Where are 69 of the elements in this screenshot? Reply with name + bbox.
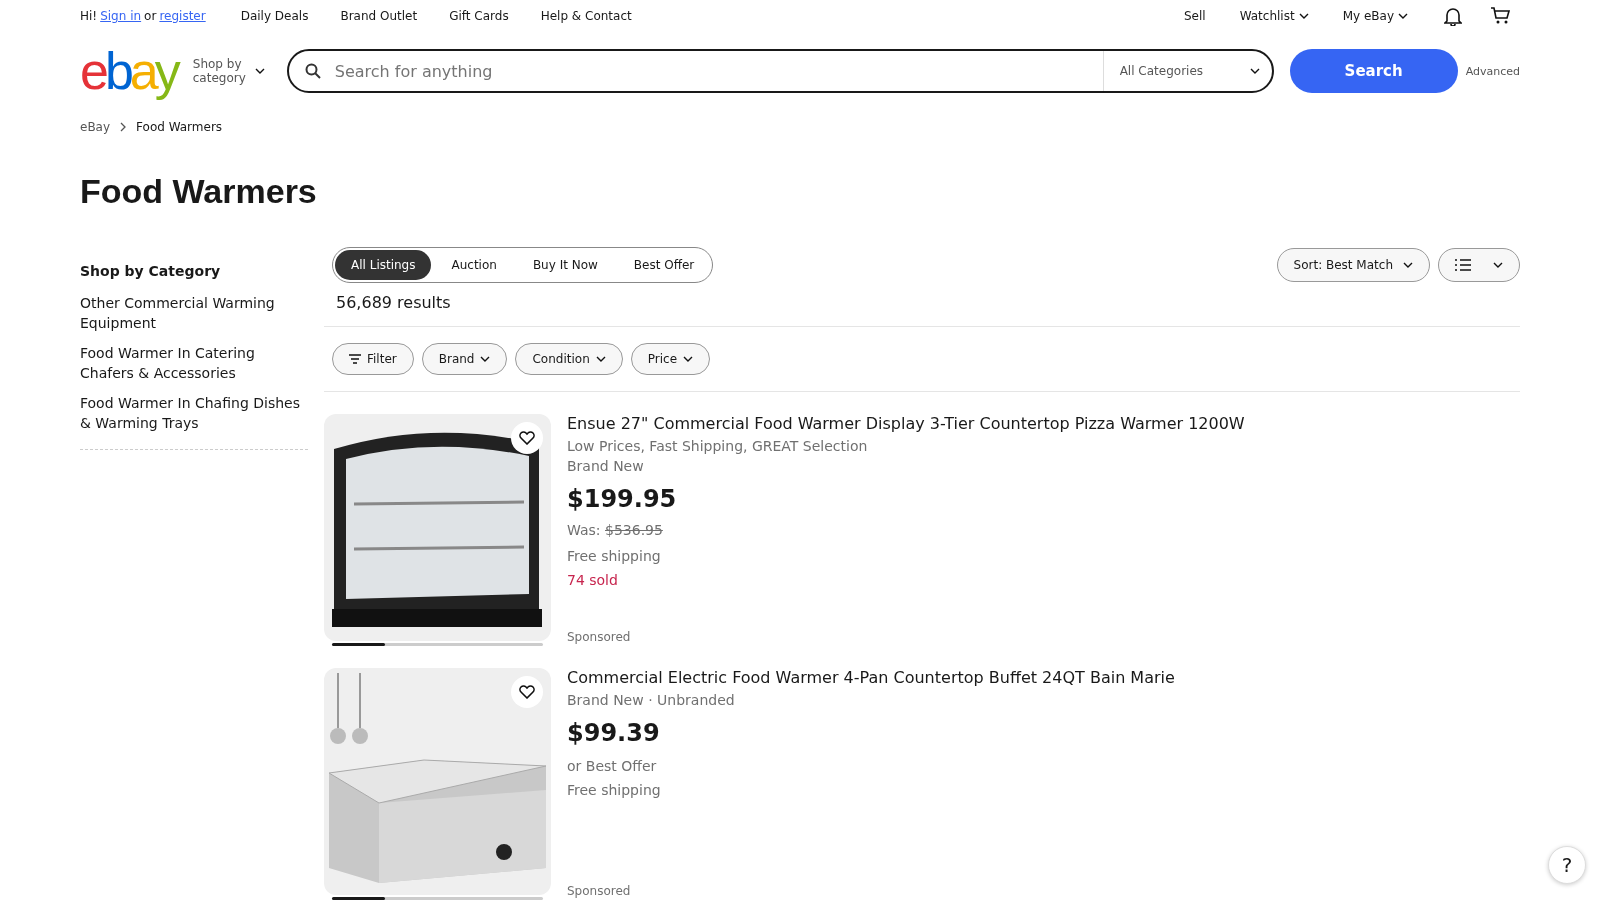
- chevron-down-icon: [1398, 13, 1408, 19]
- listing-type-tab[interactable]: Buy It Now: [516, 250, 614, 280]
- breadcrumb-link[interactable]: eBay: [80, 120, 111, 134]
- top-nav-link[interactable]: Watchlist: [1239, 9, 1295, 23]
- sort-dropdown[interactable]: Sort: Best Match: [1276, 248, 1430, 282]
- chevron-down-icon: [1493, 262, 1503, 268]
- top-nav-link[interactable]: Daily Deals: [240, 9, 309, 23]
- listing-type-tab[interactable]: All Listings: [335, 250, 432, 280]
- heart-icon: [519, 685, 535, 699]
- bell-icon[interactable]: [1444, 6, 1462, 26]
- chevron-right-icon: [120, 122, 127, 132]
- chevron-down-icon: [595, 356, 606, 362]
- page-title: Food Warmers: [80, 172, 318, 211]
- sidebar-heading: Shop by Category: [80, 263, 222, 279]
- item-price: $199.95: [567, 484, 678, 514]
- search-button[interactable]: Search: [1289, 49, 1458, 93]
- sign-in-link[interactable]: Sign in: [100, 9, 142, 23]
- filter-button[interactable]: Condition: [515, 343, 623, 375]
- category-dropdown[interactable]: All Categories: [1102, 51, 1272, 91]
- top-nav-link[interactable]: My eBay: [1342, 9, 1394, 23]
- top-nav-link[interactable]: Help & Contact: [540, 9, 632, 23]
- results-count: 56,689 results: [335, 292, 452, 314]
- view-dropdown[interactable]: [1438, 248, 1520, 282]
- top-nav-link[interactable]: Gift Cards: [449, 9, 509, 23]
- chevron-down-icon: [480, 356, 491, 362]
- watch-heart-button[interactable]: [511, 676, 543, 708]
- cart-icon[interactable]: [1490, 6, 1510, 26]
- chevron-down-icon: [254, 68, 265, 74]
- chevron-down-icon: [1403, 262, 1413, 268]
- item-condition: Brand New: [567, 457, 645, 476]
- item-condition: Brand New · Unbranded: [567, 691, 736, 710]
- sponsored-label: Sponsored: [567, 630, 632, 646]
- category-link[interactable]: Food Warmer In Catering Chafers & Accessories: [80, 343, 308, 383]
- top-nav-link[interactable]: Brand Outlet: [340, 9, 418, 23]
- category-link[interactable]: Other Commercial Warming Equipment: [80, 293, 308, 333]
- chevron-down-icon: [1298, 13, 1309, 19]
- search-field[interactable]: Search for anything All Categories: [286, 49, 1274, 93]
- watch-heart-button[interactable]: [511, 422, 543, 454]
- list-view-icon: [1455, 259, 1471, 271]
- category-link[interactable]: Food Warmer In Chafing Dishes & Warming Trays: [80, 393, 308, 433]
- was-price: Was: $536.95: [567, 521, 664, 540]
- chevron-down-icon: [1249, 68, 1260, 74]
- greeting-text: Hi!: [80, 9, 98, 23]
- shop-by-category-button[interactable]: Shop by category: [192, 57, 251, 85]
- filter-button[interactable]: Brand: [421, 343, 508, 375]
- heart-icon: [519, 431, 535, 445]
- item-price: $99.39: [567, 718, 661, 748]
- advanced-search-link[interactable]: Advanced: [1465, 64, 1520, 78]
- chevron-down-icon: [683, 356, 693, 362]
- best-offer-note: or Best Offer: [567, 757, 658, 776]
- search-icon: [304, 63, 321, 79]
- filter-button[interactable]: Price: [630, 343, 710, 375]
- listing-title[interactable]: Ensue 27" Commercial Food Warmer Display 3-Tier Countertop Pizza Warmer 1200W: [567, 414, 1520, 434]
- shipping-info: Free shipping: [567, 781, 662, 800]
- sponsored-label: Sponsored: [567, 884, 632, 900]
- top-nav-link[interactable]: Sell: [1184, 9, 1206, 23]
- shipping-info: Free shipping: [567, 547, 662, 566]
- breadcrumb-link[interactable]: Food Warmers: [136, 120, 223, 134]
- listing-type-tab[interactable]: Best Offer: [617, 250, 711, 280]
- listing-subtitle: Low Prices, Fast Shipping, GREAT Selection: [567, 437, 869, 456]
- register-link[interactable]: register: [159, 9, 206, 23]
- filter-icon: [349, 354, 361, 364]
- filter-button[interactable]: Filter: [332, 343, 414, 375]
- product-photo[interactable]: [324, 414, 551, 641]
- sold-count: 74 sold: [567, 571, 619, 590]
- listing-type-tab[interactable]: Auction: [435, 250, 513, 280]
- help-button[interactable]: ?: [1548, 846, 1586, 884]
- listing-title[interactable]: Commercial Electric Food Warmer 4-Pan Countertop Buffet 24QT Bain Marie: [567, 668, 1520, 688]
- or-text: or: [144, 9, 157, 23]
